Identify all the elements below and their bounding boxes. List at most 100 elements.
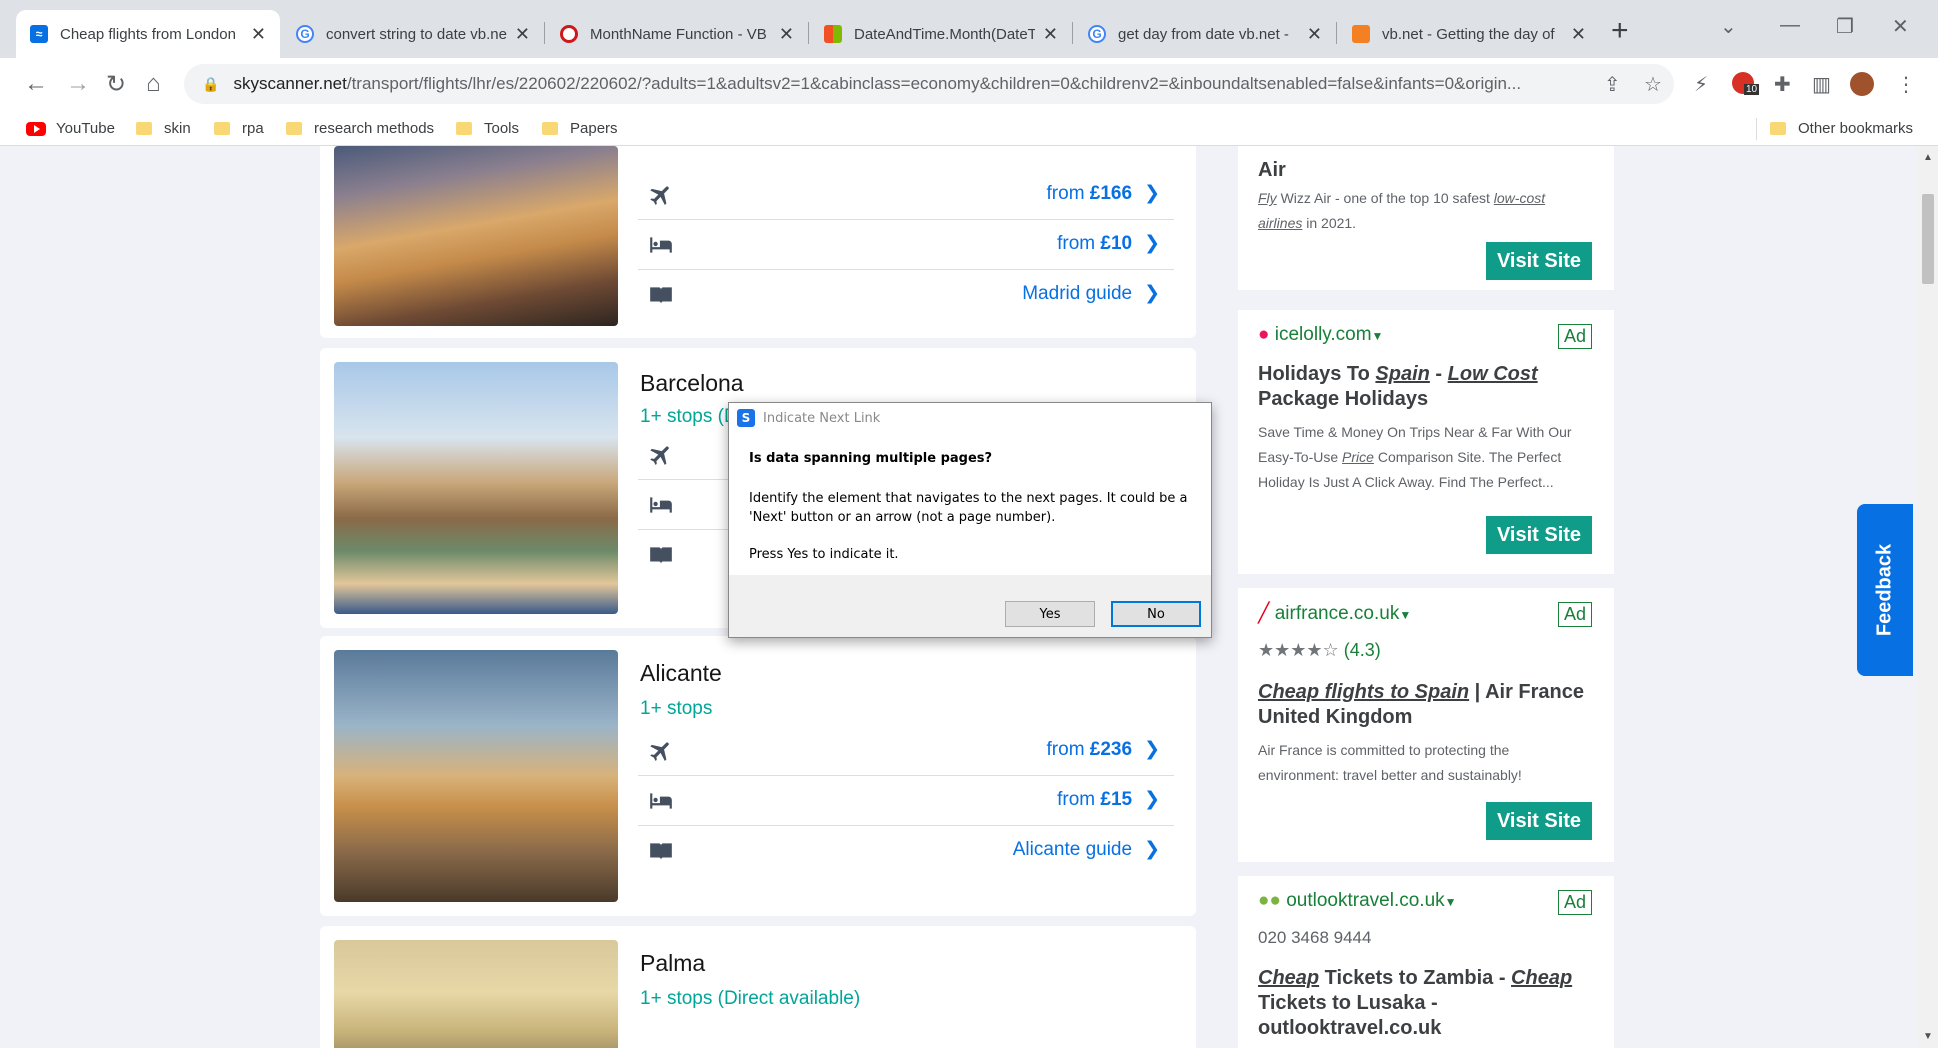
hotel-price: £10	[1100, 233, 1133, 254]
ad-link-airlines[interactable]: airlines	[1258, 215, 1302, 231]
hotel-price-link[interactable]: from £15 ❯	[1057, 788, 1160, 811]
city-name[interactable]: Palma	[640, 950, 705, 977]
reload-button[interactable]: ↻	[106, 70, 126, 99]
destination-card-palma[interactable]: Palma 1+ stops (Direct available)	[320, 926, 1196, 1048]
city-name[interactable]: Alicante	[640, 660, 722, 687]
ad-link-low-cost[interactable]: low-cost	[1494, 190, 1545, 206]
no-button[interactable]: No	[1111, 601, 1201, 627]
new-tab-button[interactable]: +	[1611, 14, 1629, 48]
restore-button[interactable]: ❐	[1836, 14, 1854, 39]
hotel-price-link[interactable]: from £10 ❯	[1057, 232, 1160, 255]
window-close-button[interactable]: ✕	[1892, 14, 1909, 39]
extension-badge-icon[interactable]: 10	[1732, 72, 1760, 100]
destination-card-madrid[interactable]: from £166 ❯ from £10 ❯ Madrid guide ❯	[320, 146, 1196, 338]
ad-heading[interactable]: Air	[1258, 158, 1588, 183]
scroll-up-icon[interactable]: ▲	[1923, 152, 1933, 163]
tab-convert-string[interactable]: G convert string to date vb.ne ✕	[282, 10, 544, 58]
ad-heading[interactable]: Cheap Tickets to Zambia - Cheap Tickets …	[1258, 966, 1588, 1041]
bookmark-rpa[interactable]: rpa	[214, 120, 264, 137]
bookmark-youtube[interactable]: YouTube	[26, 120, 115, 137]
flight-row[interactable]: from £236 ❯	[638, 726, 1174, 776]
ad-heading-link[interactable]: Spain	[1375, 363, 1429, 385]
hotel-row[interactable]: from £10 ❯	[638, 220, 1174, 270]
hotel-row[interactable]: from £15 ❯	[638, 776, 1174, 826]
back-button[interactable]: ←	[24, 70, 48, 98]
stops-info: 1+ stops (Direct available)	[640, 988, 861, 1009]
dialog-title-bar[interactable]: S Indicate Next Link	[729, 403, 1211, 433]
ad-body-link[interactable]: Price	[1342, 449, 1374, 465]
book-icon	[650, 287, 672, 304]
destination-card-alicante[interactable]: Alicante 1+ stops from £236 ❯ from £15 ❯ A…	[320, 636, 1196, 916]
close-icon[interactable]: ✕	[1043, 24, 1058, 45]
visit-site-button[interactable]: Visit Site	[1486, 516, 1592, 554]
side-panel-icon[interactable]: ▥	[1812, 72, 1831, 97]
google-icon: G	[1088, 25, 1106, 43]
tab-get-day[interactable]: G get day from date vb.net - ✕	[1074, 10, 1336, 58]
url-path: /transport/flights/lhr/es/220602/220602/…	[346, 74, 1522, 93]
ad-wizz-air[interactable]: Air Fly Wizz Air - one of the top 10 saf…	[1238, 146, 1614, 290]
minimize-button[interactable]: —	[1780, 14, 1800, 37]
ad-link-fly[interactable]: Fly	[1258, 190, 1277, 206]
feedback-button[interactable]: Feedback	[1857, 504, 1913, 676]
share-icon[interactable]: ⇪	[1604, 72, 1621, 97]
guide-link[interactable]: Madrid guide ❯	[1022, 282, 1160, 305]
tab-vbnet-day[interactable]: vb.net - Getting the day of ✕	[1338, 10, 1600, 58]
page-scrollbar[interactable]: ▲ ▼	[1918, 146, 1938, 1048]
flight-price-link[interactable]: from £166 ❯	[1047, 182, 1160, 205]
avatar[interactable]	[1850, 72, 1874, 102]
ad-heading[interactable]: Cheap flights to Spain | Air France Unit…	[1258, 680, 1588, 730]
yes-button[interactable]: Yes	[1005, 601, 1095, 627]
ad-heading-link[interactable]: Cheap	[1258, 967, 1319, 989]
tab-monthname[interactable]: MonthName Function - VB ✕	[546, 10, 808, 58]
puzzle-icon[interactable]: ✚	[1774, 72, 1791, 97]
tab-strip: ≈ Cheap flights from London ✕ G convert …	[0, 0, 1938, 58]
close-icon[interactable]: ✕	[779, 24, 794, 45]
star-rating-icon: ★★★★☆	[1258, 640, 1339, 660]
bookmark-other[interactable]: Other bookmarks	[1770, 120, 1913, 137]
flight-price-link[interactable]: from £236 ❯	[1047, 738, 1160, 761]
flight-row[interactable]: from £166 ❯	[638, 170, 1174, 220]
home-button[interactable]: ⌂	[146, 70, 161, 98]
city-name[interactable]: Barcelona	[640, 370, 744, 397]
alicante-photo[interactable]	[334, 650, 618, 902]
folder-icon	[214, 122, 230, 135]
guide-row[interactable]: Madrid guide ❯	[638, 270, 1174, 320]
ad-heading-link[interactable]: Cheap flights to Spain	[1258, 681, 1469, 703]
scroll-down-icon[interactable]: ▼	[1923, 1031, 1933, 1042]
bookmark-papers[interactable]: Papers	[542, 120, 618, 137]
madrid-photo[interactable]	[334, 146, 618, 326]
bookmark-star-icon[interactable]: ☆	[1644, 72, 1662, 97]
ad-phone[interactable]: 020 3468 9444	[1258, 928, 1371, 948]
address-bar[interactable]: 🔒 skyscanner.net/transport/flights/lhr/e…	[184, 64, 1674, 104]
ad-heading-link[interactable]: Cheap	[1511, 967, 1572, 989]
ad-outlooktravel[interactable]: ●● outlooktravel.co.uk▼ Ad 020 3468 9444…	[1238, 876, 1614, 1048]
guide-link[interactable]: Alicante guide ❯	[1013, 838, 1160, 861]
visit-site-button[interactable]: Visit Site	[1486, 802, 1592, 840]
close-icon[interactable]: ✕	[1571, 24, 1586, 45]
ad-brand[interactable]: ● icelolly.com▼	[1258, 324, 1383, 346]
url-text: skyscanner.net/transport/flights/lhr/es/…	[233, 74, 1613, 94]
ad-icelolly[interactable]: ● icelolly.com▼ Ad Holidays To Spain - L…	[1238, 310, 1614, 574]
forward-button[interactable]: →	[66, 70, 90, 98]
tab-search-icon[interactable]: ⌄	[1720, 14, 1737, 39]
visit-site-button[interactable]: Visit Site	[1486, 242, 1592, 280]
menu-icon[interactable]: ⋮	[1896, 72, 1916, 97]
bookmark-research-methods[interactable]: research methods	[286, 120, 434, 137]
ad-airfrance[interactable]: ╱ airfrance.co.uk▼ Ad ★★★★☆ (4.3) Cheap …	[1238, 588, 1614, 862]
scroll-thumb[interactable]	[1922, 194, 1934, 284]
guide-row[interactable]: Alicante guide ❯	[638, 826, 1174, 876]
tab-dateandtime[interactable]: DateAndTime.Month(DateT ✕	[810, 10, 1072, 58]
barcelona-photo[interactable]	[334, 362, 618, 614]
bookmark-tools[interactable]: Tools	[456, 120, 519, 137]
tab-skyscanner[interactable]: ≈ Cheap flights from London ✕	[16, 10, 280, 58]
close-icon[interactable]: ✕	[1307, 24, 1322, 45]
ad-brand[interactable]: ●● outlooktravel.co.uk▼	[1258, 890, 1457, 912]
close-icon[interactable]: ✕	[515, 24, 530, 45]
close-icon[interactable]: ✕	[251, 24, 266, 45]
bookmark-skin[interactable]: skin	[136, 120, 191, 137]
palma-photo[interactable]	[334, 940, 618, 1048]
extension-icon[interactable]: ⚡	[1694, 72, 1708, 97]
ad-heading-link[interactable]: Low Cost	[1448, 363, 1538, 385]
ad-heading[interactable]: Holidays To Spain - Low Cost Package Hol…	[1258, 362, 1588, 412]
ad-brand[interactable]: ╱ airfrance.co.uk▼	[1258, 602, 1411, 625]
